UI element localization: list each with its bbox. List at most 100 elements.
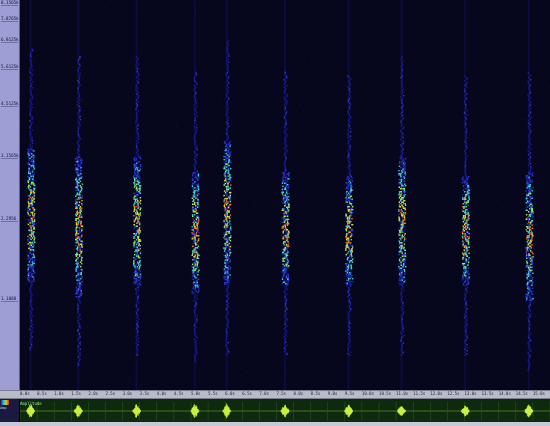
call-pixel	[352, 259, 353, 260]
call-pixel	[197, 282, 198, 283]
call-pixel	[75, 239, 76, 240]
call-pixel	[401, 257, 402, 258]
call-pixel	[464, 92, 465, 93]
noise-speck	[146, 290, 147, 291]
call-event[interactable]	[398, 0, 406, 390]
call-pixel	[136, 119, 137, 120]
call-pixel	[465, 355, 466, 356]
call-event[interactable]	[525, 0, 533, 390]
call-pixel	[31, 123, 32, 124]
call-pixel	[137, 172, 138, 173]
call-pixel	[226, 334, 227, 335]
call-pixel	[402, 170, 403, 171]
noise-speck	[253, 29, 254, 30]
call-pixel	[465, 275, 466, 276]
noise-speck	[231, 259, 232, 260]
call-pixel	[284, 118, 285, 119]
call-pixel	[349, 274, 350, 275]
noise-speck	[370, 285, 371, 286]
call-pixel	[402, 230, 403, 231]
call-pixel	[286, 78, 287, 79]
spectrogram-canvas[interactable]	[20, 0, 550, 390]
noise-speck	[295, 165, 296, 166]
call-pixel	[79, 173, 80, 174]
noise-speck	[98, 72, 99, 73]
noise-speck	[66, 82, 67, 83]
noise-speck	[523, 232, 524, 233]
call-pixel	[346, 242, 347, 243]
call-pixel	[464, 91, 465, 92]
noise-speck	[301, 104, 302, 105]
call-pixel	[229, 205, 230, 206]
call-pixel	[79, 109, 80, 110]
call-pixel	[465, 238, 466, 239]
call-pixel	[402, 110, 403, 111]
call-pixel	[137, 169, 138, 170]
noise-speck	[175, 275, 176, 276]
call-pixel	[227, 150, 228, 151]
call-pixel	[196, 127, 197, 128]
call-pixel	[229, 175, 230, 176]
noise-speck	[96, 57, 97, 58]
call-pixel	[135, 238, 136, 239]
call-event[interactable]	[133, 0, 141, 390]
call-pixel	[30, 86, 31, 87]
call-event[interactable]	[462, 0, 470, 390]
call-pixel	[32, 233, 33, 234]
call-pixel	[28, 201, 29, 202]
call-pixel	[284, 265, 285, 266]
call-pixel	[192, 214, 193, 215]
call-pixel	[285, 235, 286, 236]
noise-speck	[52, 270, 53, 271]
call-event[interactable]	[345, 0, 353, 390]
call-event[interactable]	[27, 0, 35, 390]
call-pixel	[194, 250, 195, 251]
call-pixel	[398, 283, 399, 284]
call-pixel	[79, 325, 80, 326]
call-event[interactable]	[282, 0, 290, 390]
call-pixel	[135, 275, 136, 276]
call-pixel	[402, 119, 403, 120]
call-pixel	[465, 307, 466, 308]
call-pixel	[140, 200, 141, 201]
call-pixel	[31, 318, 32, 319]
call-pixel	[404, 214, 405, 215]
call-pixel	[465, 164, 466, 165]
call-pixel	[401, 175, 402, 176]
noise-speck	[387, 328, 388, 329]
noise-speck	[86, 46, 87, 47]
call-pixel	[352, 208, 353, 209]
call-pixel	[465, 340, 466, 341]
call-pixel	[282, 253, 283, 254]
call-pixel	[466, 86, 467, 87]
call-pixel	[284, 202, 285, 203]
call-pixel	[225, 148, 226, 149]
call-pixel	[80, 284, 81, 285]
call-pixel	[350, 191, 351, 192]
call-pixel	[466, 247, 467, 248]
call-pixel	[229, 261, 230, 262]
noise-speck	[50, 100, 51, 101]
call-pixel	[403, 247, 404, 248]
call-pixel	[31, 332, 32, 333]
noise-speck	[494, 240, 495, 241]
call-pixel	[463, 284, 464, 285]
call-pixel	[192, 216, 193, 217]
call-pixel	[348, 295, 349, 296]
noise-speck	[171, 48, 172, 49]
call-event[interactable]	[191, 0, 199, 390]
noise-speck	[522, 352, 523, 353]
call-pixel	[404, 190, 405, 191]
noise-speck	[24, 163, 25, 164]
call-pixel	[404, 220, 405, 221]
noise-speck	[445, 22, 446, 23]
call-event[interactable]	[223, 0, 231, 390]
noise-speck	[243, 354, 244, 355]
call-pixel	[139, 182, 140, 183]
call-event[interactable]	[75, 0, 83, 390]
call-pixel	[27, 255, 28, 256]
noise-speck	[320, 8, 321, 9]
call-pixel	[285, 141, 286, 142]
noise-speck	[318, 111, 319, 112]
call-pixel	[530, 75, 531, 76]
